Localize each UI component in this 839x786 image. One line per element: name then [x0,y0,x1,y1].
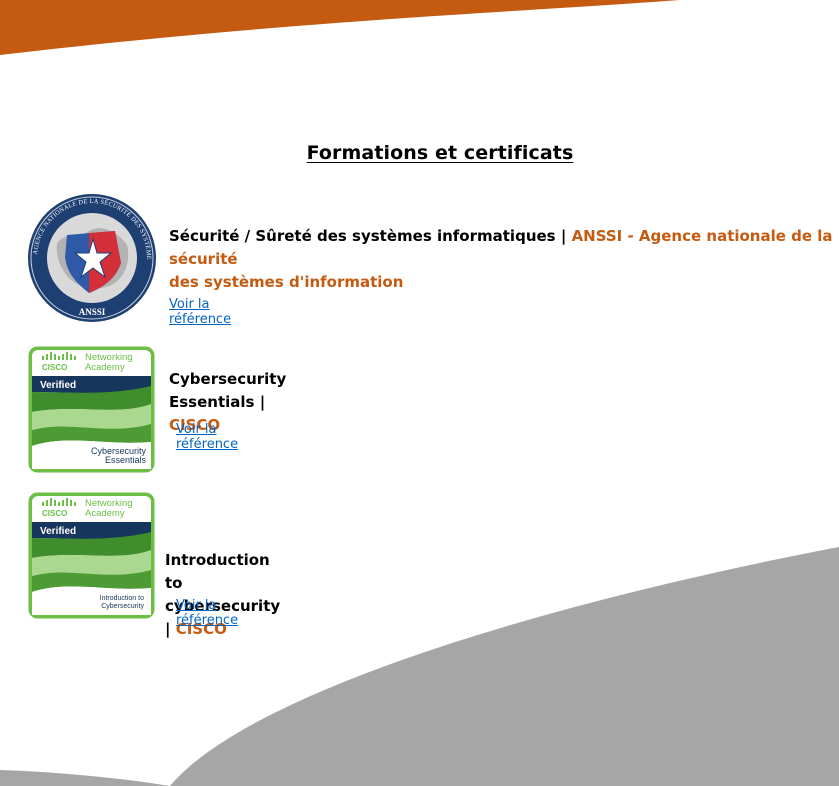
certificate-name: Sécurité / Sûreté des systèmes informati… [169,227,556,245]
reference-link[interactable]: Voir la référence [169,297,231,327]
anssi-logo: ANSSI AGENCE NATIONALE DE LA SÉCURITÉ DE… [27,193,156,322]
anssi-logo-bottom-text: ANSSI [79,307,106,317]
badge-line2: Academy [85,508,125,519]
course-line2: Essentials [105,455,147,465]
cisco-badge: CISCO Networking Academy Verified Introd… [28,492,155,619]
reference-link[interactable]: Voir la référence [176,422,238,452]
course-line2: Cybersecurity [101,603,144,610]
cisco-brand-text: CISCO [42,509,67,518]
certificate-title-row: Sécurité / Sûreté des systèmes informati… [169,225,839,294]
verified-label: Verified [40,526,76,537]
cisco-brand-text: CISCO [42,363,67,372]
title-separator: | [560,227,567,245]
page-title: Formations et certificats [306,142,574,164]
top-orange-swoosh [0,0,680,55]
title-separator: | [259,393,266,411]
title-separator: | [165,620,171,638]
course-line1: Introduction to [100,595,144,602]
badge-line2: Academy [85,362,125,373]
cisco-badge: CISCO Networking Academy Verified Cybers… [28,346,155,473]
reference-link[interactable]: Voir la référence [176,598,238,628]
bottom-left-gray-sliver [0,770,170,786]
certificate-name: Cybersecurity Essentials [169,370,287,411]
verified-label: Verified [40,380,76,391]
issuer-name-line2: des systèmes d'information [169,273,404,291]
